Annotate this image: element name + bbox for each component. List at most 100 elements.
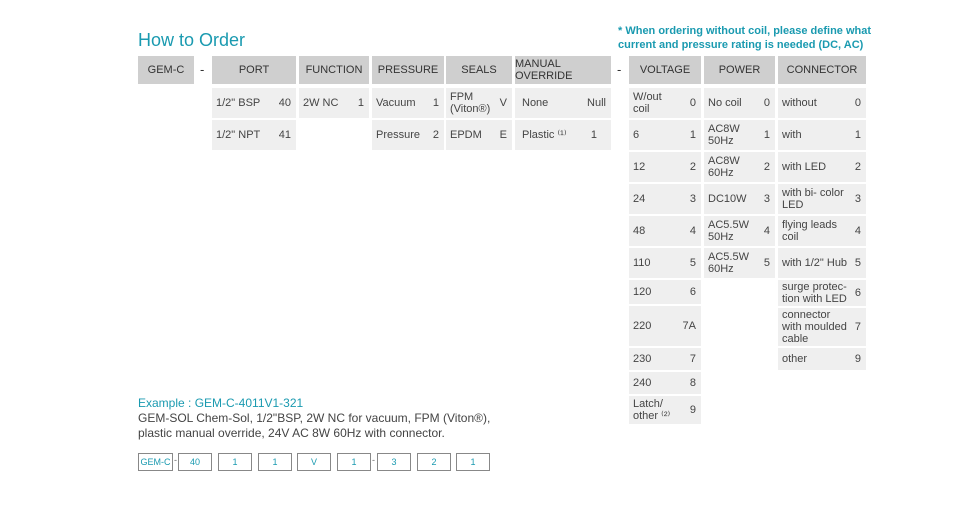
option-label: Plastic ⁽¹⁾ (522, 129, 567, 141)
dash-separator: - (200, 62, 205, 77)
option-label: DC10W (708, 193, 747, 205)
voltage-option: 240 8 (629, 372, 701, 394)
option-label: EPDM (450, 129, 482, 141)
pressure-column: Vacuum 1 Pressure 2 (372, 88, 444, 152)
example-code-box: 1 (218, 453, 252, 471)
voltage-option: 230 7 (629, 348, 701, 370)
option-code: 9 (689, 404, 696, 416)
option-code: 7 (854, 321, 861, 333)
option-label: Latch/ other ⁽²⁾ (633, 398, 671, 422)
option-label: 6 (633, 129, 640, 141)
option-code: 40 (278, 97, 291, 109)
option-code: 1 (854, 129, 861, 141)
option-code: 0 (763, 97, 770, 109)
option-code: 7A (682, 320, 696, 332)
option-label: 24 (633, 193, 646, 205)
pressure-option: Vacuum 1 (372, 88, 444, 118)
example-description: GEM-SOL Chem-Sol, 1/2"BSP, 2W NC for vac… (138, 411, 491, 440)
connector-option: with bi- color LED 3 (778, 184, 866, 214)
option-code: 4 (763, 225, 770, 237)
override-option: None Null (515, 88, 611, 118)
power-column: No coil 0 AC8W 50Hz 1 AC8W 60Hz 2 DC10W 3 AC… (704, 88, 775, 280)
example-code-box: 40 (178, 453, 212, 471)
page-title: How to Order (138, 30, 246, 50)
option-code: 41 (278, 129, 291, 141)
option-code: 2 (763, 161, 770, 173)
connector-option: flying leads coil 4 (778, 216, 866, 246)
connector-option: with LED 2 (778, 152, 866, 182)
voltage-option: 48 4 (629, 216, 701, 246)
dash-separator: - (174, 455, 177, 465)
voltage-option: 110 5 (629, 248, 701, 278)
example-code-box: 2 (417, 453, 451, 471)
option-code: 1 (689, 129, 696, 141)
option-label: connector with moulded cable (782, 309, 847, 345)
header-manual-override: MANUAL OVERRIDE (515, 56, 611, 84)
example-code-box: V (297, 453, 331, 471)
option-label: 120 (633, 286, 652, 298)
dash-separator: - (617, 62, 622, 77)
option-code: 7 (689, 353, 696, 365)
connector-option: other 9 (778, 348, 866, 370)
dash-separator: - (372, 455, 375, 465)
seals-option: EPDM E (446, 120, 512, 150)
option-label: AC8W 60Hz (708, 155, 740, 179)
voltage-option: 120 6 (629, 280, 701, 304)
option-code: 5 (854, 257, 861, 269)
example-code-box: 1 (337, 453, 371, 471)
option-label: 110 (633, 257, 651, 269)
voltage-option: 61 (629, 120, 701, 150)
option-code: 1 (763, 129, 770, 141)
voltage-option: 220 7A (629, 306, 701, 346)
option-label: surge protec- tion with LED (782, 281, 847, 305)
option-code: V (499, 97, 507, 109)
port-option: 1/2" NPT 41 (212, 120, 296, 150)
connector-column: without 0 with 1 with LED 2 with bi- color … (778, 88, 866, 372)
option-code: 3 (689, 193, 696, 205)
option-label: with 1/2" Hub (782, 257, 848, 269)
voltage-option: 24 3 (629, 184, 701, 214)
option-label: 12 (633, 161, 646, 173)
voltage-option: 12 2 (629, 152, 701, 182)
option-label: None (522, 97, 549, 109)
power-option: AC8W 50Hz 1 (704, 120, 775, 150)
function-column: 2W NC 1 (299, 88, 369, 120)
power-option: AC8W 60Hz 2 (704, 152, 775, 182)
power-option: AC5.5W 50Hz 4 (704, 216, 775, 246)
header-connector: CONNECTOR (778, 56, 866, 84)
option-code: 0 (689, 97, 696, 109)
example-code-box: GEM-C (138, 453, 173, 471)
example-code-box: 1 (456, 453, 490, 471)
option-code: 9 (854, 353, 861, 365)
option-label: No coil (708, 97, 742, 109)
option-code: 2 (689, 161, 696, 173)
option-code: Null (587, 97, 606, 109)
seals-column: FPM (Viton®) V EPDM E (446, 88, 512, 152)
power-option: No coil 0 (704, 88, 775, 118)
option-code: 4 (689, 225, 696, 237)
example-code-box: 1 (258, 453, 292, 471)
header-function: FUNCTION (299, 56, 369, 84)
option-label: without (782, 97, 817, 109)
option-label: with LED (782, 161, 827, 173)
connector-option: with 1 (778, 120, 866, 150)
header-pressure: PRESSURE (372, 56, 444, 84)
option-code: 6 (689, 286, 696, 298)
header-port: PORT (212, 56, 296, 84)
option-label: other (782, 353, 808, 365)
option-code: 2 (854, 161, 861, 173)
option-code: 3 (854, 193, 861, 205)
option-code: 0 (854, 97, 861, 109)
option-code: E (499, 129, 507, 141)
option-label: 230 (633, 353, 652, 365)
option-code: 1 (432, 97, 439, 109)
voltage-option: Latch/ other ⁽²⁾ 9 (629, 396, 701, 424)
header-power: POWER (704, 56, 775, 84)
connector-option: surge protec- tion with LED 6 (778, 280, 866, 306)
option-label: Pressure (376, 129, 421, 141)
option-label: W/out coil (633, 91, 662, 115)
option-label: AC8W 50Hz (708, 123, 740, 147)
option-code: 4 (854, 225, 861, 237)
option-label: Vacuum (376, 97, 416, 109)
coil-note: * When ordering without coil, please def… (618, 25, 872, 51)
